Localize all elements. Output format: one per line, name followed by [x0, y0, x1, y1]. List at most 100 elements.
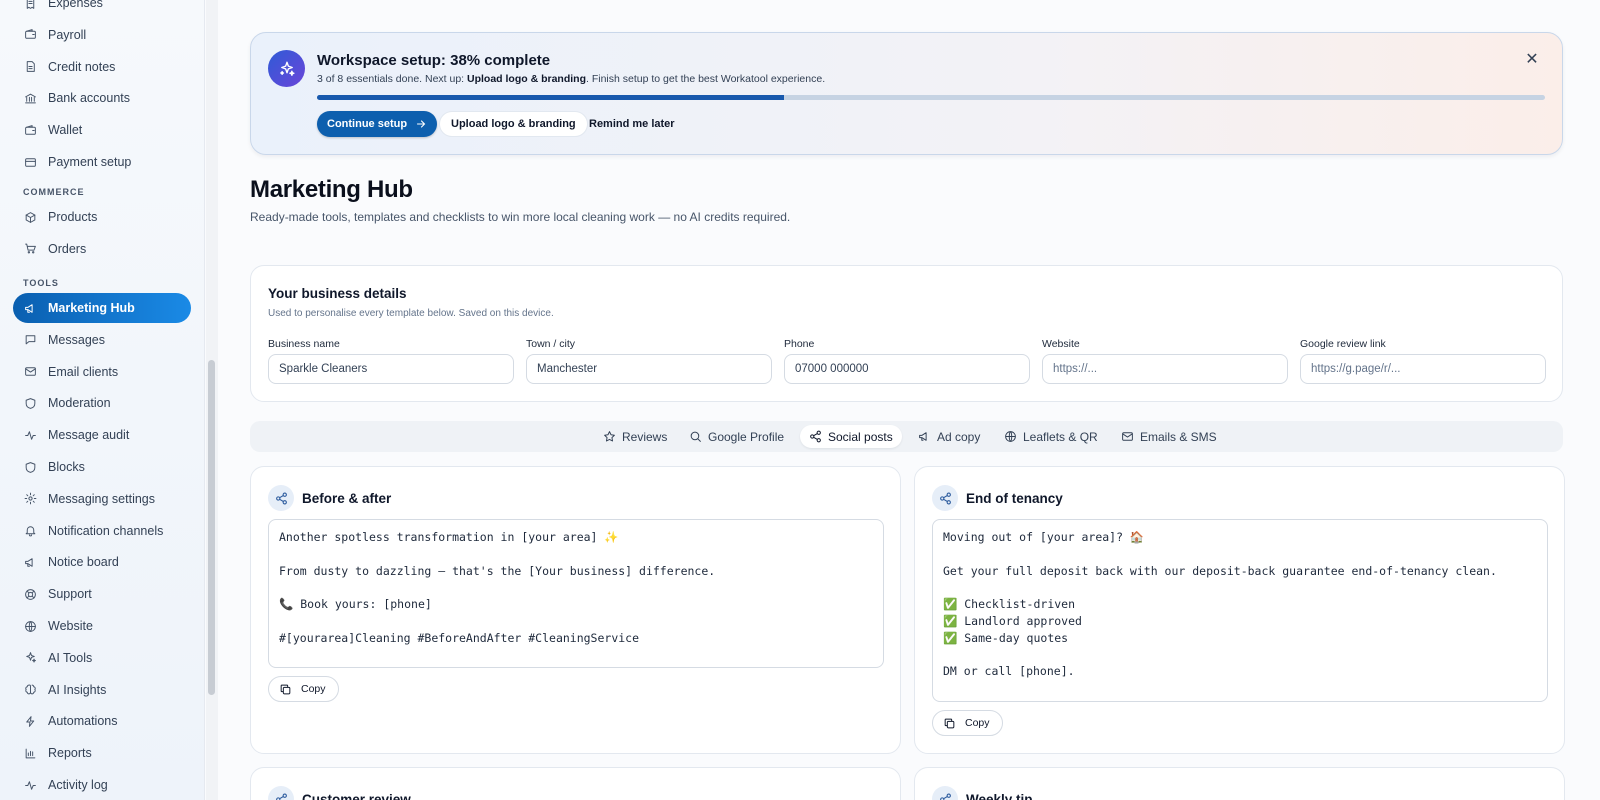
upload-logo-button[interactable]: Upload logo & branding — [439, 111, 588, 137]
sidebar-item-bank-accounts[interactable]: Bank accounts — [13, 83, 191, 113]
bolt-icon — [23, 714, 37, 728]
sparkles-icon — [23, 651, 37, 665]
sidebar-item-label: AI Tools — [48, 650, 93, 665]
globe-icon — [23, 619, 37, 633]
sidebar-item-label: Wallet — [48, 123, 83, 138]
shield-icon — [23, 396, 37, 410]
bell-icon — [23, 524, 37, 538]
review-link-label: Google review link — [1300, 338, 1386, 350]
tab-ad-copy[interactable]: Ad copy — [909, 425, 989, 448]
megaphone-icon — [23, 555, 37, 569]
share-icon — [810, 430, 821, 443]
sidebar-item-label: Bank accounts — [48, 91, 130, 106]
share-icon — [932, 786, 958, 800]
wallet-icon — [23, 123, 37, 137]
pulse-icon — [23, 428, 37, 442]
sidebar-item-products[interactable]: Products — [13, 202, 191, 232]
sidebar-item-label: Notification channels — [48, 523, 164, 538]
receipt-icon — [23, 0, 37, 10]
sidebar-section-label: COMMERCE — [23, 187, 85, 197]
sidebar-item-support[interactable]: Support — [13, 579, 191, 609]
page-title: Marketing Hub — [250, 176, 413, 203]
review-link-input[interactable] — [1300, 354, 1546, 384]
phone-label: Phone — [784, 338, 815, 350]
business-name-input[interactable] — [268, 354, 514, 384]
phone-field-group: Phone — [784, 338, 1030, 384]
cart-icon — [23, 242, 37, 256]
social-post-card-before-after: Before & after Another spotless transfor… — [250, 466, 901, 754]
town-input[interactable] — [526, 354, 772, 384]
copy-button[interactable]: Copy — [268, 676, 339, 702]
remind-later-button[interactable]: Remind me later — [589, 111, 675, 137]
sidebar-item-label: Blocks — [48, 460, 85, 474]
gear-icon — [23, 492, 37, 506]
town-field-group: Town / city — [526, 338, 772, 384]
sidebar-item-label: Expenses — [48, 0, 103, 10]
bar-chart-icon — [23, 746, 37, 760]
sidebar-item-label: Payroll — [48, 27, 87, 42]
sidebar-scrollbar[interactable] — [208, 360, 215, 695]
tab-emails-sms[interactable]: Emails & SMS — [1112, 425, 1226, 448]
card-title: Customer review — [302, 792, 411, 800]
sidebar-item-payroll[interactable]: Payroll — [13, 20, 191, 50]
share-icon — [932, 485, 958, 511]
sidebar-item-credit-notes[interactable]: Credit notes — [13, 52, 191, 82]
sidebar-item-marketing-hub[interactable]: Marketing Hub — [13, 293, 191, 323]
continue-setup-button[interactable]: Continue setup — [317, 111, 438, 137]
post-template-textarea[interactable]: Moving out of [your area]? 🏠 Get your fu… — [932, 519, 1548, 702]
copy-button[interactable]: Copy — [932, 710, 1003, 736]
setup-progress-bar — [317, 95, 1545, 100]
phone-input[interactable] — [784, 354, 1030, 384]
brain-icon — [23, 683, 37, 697]
business-details-card: Your business details Used to personalis… — [250, 265, 1563, 402]
website-field-group: Website — [1042, 338, 1288, 384]
megaphone-icon — [919, 432, 927, 441]
tab-reviews[interactable]: Reviews — [594, 425, 676, 448]
tab-google-profile[interactable]: Google Profile — [680, 425, 793, 448]
sidebar-item-activity-log[interactable]: Activity log — [13, 770, 191, 800]
copy-icon — [280, 684, 291, 694]
sidebar-item-messaging-settings[interactable]: Messaging settings — [13, 484, 191, 514]
sidebar-item-expenses[interactable]: Expenses — [13, 0, 191, 18]
sidebar-item-wallet[interactable]: Wallet — [13, 115, 191, 145]
sidebar-item-label: Messaging settings — [48, 491, 156, 506]
sidebar-item-notice-board[interactable]: Notice board — [13, 547, 191, 577]
sidebar-item-notification-channels[interactable]: Notification channels — [13, 516, 191, 546]
sparkles-icon — [268, 50, 305, 87]
sidebar-item-blocks[interactable]: Blocks — [13, 452, 191, 482]
sidebar-item-website[interactable]: Website — [13, 611, 191, 641]
mail-icon — [23, 365, 37, 379]
sidebar-item-label: Marketing Hub — [48, 301, 135, 315]
website-input[interactable] — [1042, 354, 1288, 384]
sidebar-item-automations[interactable]: Automations — [13, 706, 191, 736]
tab-leaflets-qr[interactable]: Leaflets & QR — [995, 425, 1107, 448]
document-icon — [23, 60, 37, 74]
sidebar-item-label: Activity log — [48, 778, 108, 792]
card-title: Before & after — [302, 491, 392, 506]
sidebar-item-email-clients[interactable]: Email clients — [13, 357, 191, 387]
wallet-icon — [23, 28, 37, 42]
sidebar-item-payment-setup[interactable]: Payment setup — [13, 147, 191, 177]
sidebar-item-moderation[interactable]: Moderation — [13, 388, 191, 418]
sidebar-item-orders[interactable]: Orders — [13, 234, 191, 264]
business-name-label: Business name — [268, 338, 340, 350]
page-subtitle: Ready-made tools, templates and checklis… — [250, 210, 791, 224]
tab-social-posts[interactable]: Social posts — [800, 425, 902, 448]
post-template-textarea[interactable]: Another spotless transformation in [your… — [268, 519, 884, 668]
sidebar-item-messages[interactable]: Messages — [13, 325, 191, 355]
sidebar-item-label: Notice board — [48, 555, 119, 570]
sidebar-item-ai-insights[interactable]: AI Insights — [13, 675, 191, 705]
credit-card-icon — [23, 155, 37, 169]
website-label: Website — [1042, 338, 1080, 350]
sidebar-item-reports[interactable]: Reports — [13, 738, 191, 768]
box-icon — [23, 210, 37, 224]
sidebar-item-message-audit[interactable]: Message audit — [13, 420, 191, 450]
setup-title: Workspace setup: 38% complete — [317, 52, 551, 69]
sidebar-section-label: TOOLS — [23, 278, 59, 288]
close-icon[interactable]: ✕ — [1524, 51, 1540, 68]
sidebar-item-label: Website — [48, 619, 93, 633]
sidebar-item-label: Products — [48, 210, 98, 224]
sidebar-item-label: Orders — [48, 241, 87, 256]
share-icon — [268, 485, 294, 511]
sidebar-item-ai-tools[interactable]: AI Tools — [13, 643, 191, 673]
